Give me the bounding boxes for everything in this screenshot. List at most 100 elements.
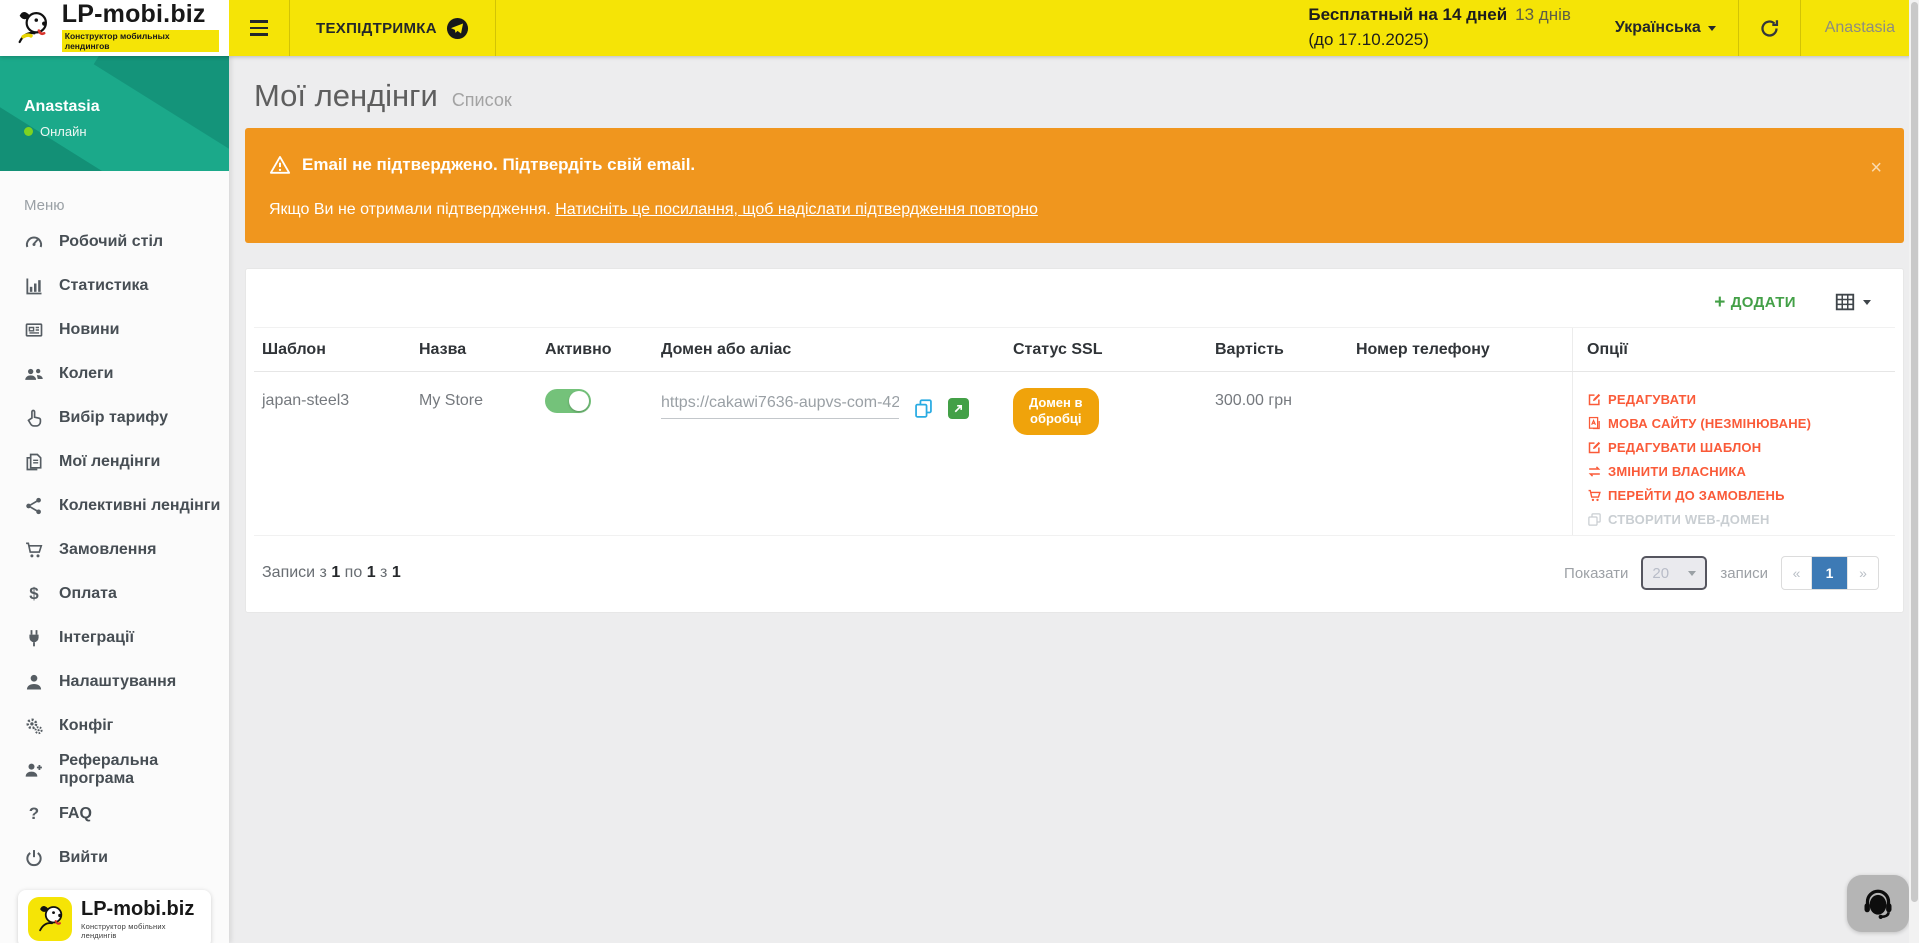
footer-logo-tagline: Конструктор мобільних лендингів — [81, 922, 201, 940]
language-icon — [1587, 416, 1602, 431]
grid-icon — [1834, 291, 1856, 313]
trial-days-left: 13 днів — [1515, 5, 1571, 24]
language-selector[interactable]: Українська — [1593, 0, 1738, 56]
option-create-web-domain: СТВОРИТИ WEB-ДОМЕН — [1587, 512, 1887, 527]
sidebar-item-statistics[interactable]: Статистика — [0, 264, 229, 308]
user-menu[interactable]: Anastasia — [1801, 0, 1919, 56]
sidebar-item-news[interactable]: Новини — [0, 308, 229, 352]
plus-icon: + — [1714, 293, 1726, 312]
share-icon — [24, 496, 44, 516]
cell-name: My Store — [411, 372, 537, 535]
alert-hint: Якщо Ви не отримали підтвердження. — [269, 201, 555, 218]
col-header-name: Назва — [411, 328, 537, 371]
records-summary: Записи з 1 по 1 з 1 — [262, 564, 401, 582]
domain-input[interactable] — [661, 392, 899, 419]
page-size-select[interactable]: 20 — [1641, 556, 1707, 590]
cart-icon — [24, 540, 44, 560]
col-header-active: Активно — [537, 328, 653, 371]
sidebar: Anastasia Онлайн Меню Робочий стіл Стати… — [0, 56, 229, 943]
option-edit-template[interactable]: РЕДАГУВАТИ ШАБЛОН — [1587, 440, 1887, 455]
col-header-phone: Номер телефону — [1348, 328, 1572, 371]
telegram-icon — [446, 17, 469, 40]
sidebar-item-referral[interactable]: Реферальна програма — [0, 748, 229, 792]
email-confirmation-alert: Email не підтверджено. Підтвердіть свій … — [245, 128, 1904, 243]
main-content: Мої лендінги Список Email не підтверджен… — [229, 56, 1919, 943]
profile-name: Anastasia — [24, 98, 229, 116]
cart-icon — [1587, 488, 1602, 503]
table-row: japan-steel3 My Store — [254, 372, 1895, 536]
active-toggle[interactable] — [545, 389, 591, 413]
option-site-language[interactable]: МОВА САЙТУ (НЕЗМІНЮВАНЕ) — [1587, 416, 1887, 431]
option-edit[interactable]: РЕДАГУВАТИ — [1587, 392, 1887, 407]
sidebar-item-settings[interactable]: Налаштування — [0, 660, 229, 704]
headset-icon — [1859, 886, 1897, 922]
news-icon — [24, 320, 44, 340]
logo-tagline: Конструктор мобильных лендингов — [62, 30, 219, 52]
pagination: « 1 » — [1781, 556, 1879, 590]
exchange-icon — [1587, 464, 1602, 479]
cell-phone — [1348, 372, 1572, 535]
user-icon — [24, 672, 44, 692]
sidebar-item-colleagues[interactable]: Колеги — [0, 352, 229, 396]
chevron-down-icon — [1688, 571, 1696, 576]
sidebar-item-my-landings[interactable]: Мої лендінги — [0, 440, 229, 484]
landings-panel: + ДОДАТИ Шаблон Назва Активно Домен або — [245, 268, 1904, 613]
sidebar-item-integrations[interactable]: Інтеграції — [0, 616, 229, 660]
col-header-template: Шаблон — [254, 328, 411, 371]
scrollbar-thumb[interactable] — [1911, 2, 1918, 902]
col-header-options: Опції — [1572, 328, 1895, 371]
cell-template: japan-steel3 — [254, 372, 411, 535]
sidebar-item-logout[interactable]: Вийти — [0, 836, 229, 880]
refresh-icon — [1759, 18, 1780, 39]
app-logo[interactable]: LP-mobi.biz Конструктор мобильных лендин… — [0, 0, 229, 56]
open-landing-button[interactable] — [948, 398, 969, 419]
sidebar-item-collective-landings[interactable]: Колективні лендінги — [0, 484, 229, 528]
dollar-icon: $ — [24, 584, 44, 604]
username-label: Anastasia — [1825, 19, 1895, 37]
prev-page-button[interactable]: « — [1782, 557, 1812, 589]
sidebar-item-orders[interactable]: Замовлення — [0, 528, 229, 572]
sidebar-item-dashboard[interactable]: Робочий стіл — [0, 220, 229, 264]
dog-logo-icon — [28, 897, 72, 941]
row-options: РЕДАГУВАТИ МОВА САЙТУ (НЕЗМІНЮВАНЕ) РЕДА… — [1587, 392, 1887, 527]
sidebar-item-faq[interactable]: ? FAQ — [0, 792, 229, 836]
resend-confirmation-link[interactable]: Натисніть це посилання, щоб надіслати пі… — [555, 201, 1038, 218]
column-settings-button[interactable] — [1834, 291, 1871, 313]
option-go-to-orders[interactable]: ПЕРЕЙТИ ДО ЗАМОВЛЕНЬ — [1587, 488, 1887, 503]
copy-icon[interactable] — [913, 398, 934, 424]
support-chat-button[interactable] — [1847, 875, 1909, 932]
add-landing-button[interactable]: + ДОДАТИ — [1714, 293, 1796, 312]
records-label: записи — [1720, 565, 1768, 582]
ssl-status-badge: Домен в обробці — [1013, 388, 1099, 435]
option-change-owner[interactable]: ЗМІНИТИ ВЛАСНИКА — [1587, 464, 1887, 479]
footer-logo-title: LP-mobi.biz — [81, 899, 201, 919]
colleagues-icon — [24, 364, 44, 384]
edit-icon — [1587, 392, 1602, 407]
close-icon[interactable]: × — [1870, 158, 1882, 178]
sidebar-item-config[interactable]: Конфіг — [0, 704, 229, 748]
plug-icon — [24, 628, 44, 648]
stats-icon — [24, 276, 44, 296]
next-page-button[interactable]: » — [1848, 557, 1878, 589]
menu-title: Меню — [0, 171, 229, 220]
external-link-icon — [952, 402, 965, 415]
col-header-domain: Домен або аліас — [653, 328, 1005, 371]
gears-icon — [24, 716, 44, 736]
page-1-button[interactable]: 1 — [1812, 557, 1848, 589]
edit-icon — [1587, 440, 1602, 455]
trial-plan-label: Бесплатный на 14 дней — [1308, 5, 1507, 24]
logo-title: LP-mobi.biz — [62, 2, 219, 27]
hamburger-menu-button[interactable] — [229, 0, 289, 56]
chevron-down-icon — [1708, 26, 1716, 31]
user-plus-icon — [24, 760, 44, 780]
tech-support-button[interactable]: ТЕХПІДТРИМКА — [290, 0, 495, 56]
col-header-price: Вартість — [1207, 328, 1348, 371]
page-subtitle: Список — [452, 90, 512, 111]
clone-icon — [1587, 512, 1602, 527]
sidebar-item-payment[interactable]: $ Оплата — [0, 572, 229, 616]
refresh-button[interactable] — [1739, 0, 1800, 56]
sidebar-item-tariff[interactable]: Вибір тарифу — [0, 396, 229, 440]
question-icon: ? — [24, 804, 44, 824]
online-status-label: Онлайн — [40, 124, 87, 139]
trial-info: Бесплатный на 14 дней13 днів (до 17.10.2… — [1308, 0, 1593, 56]
